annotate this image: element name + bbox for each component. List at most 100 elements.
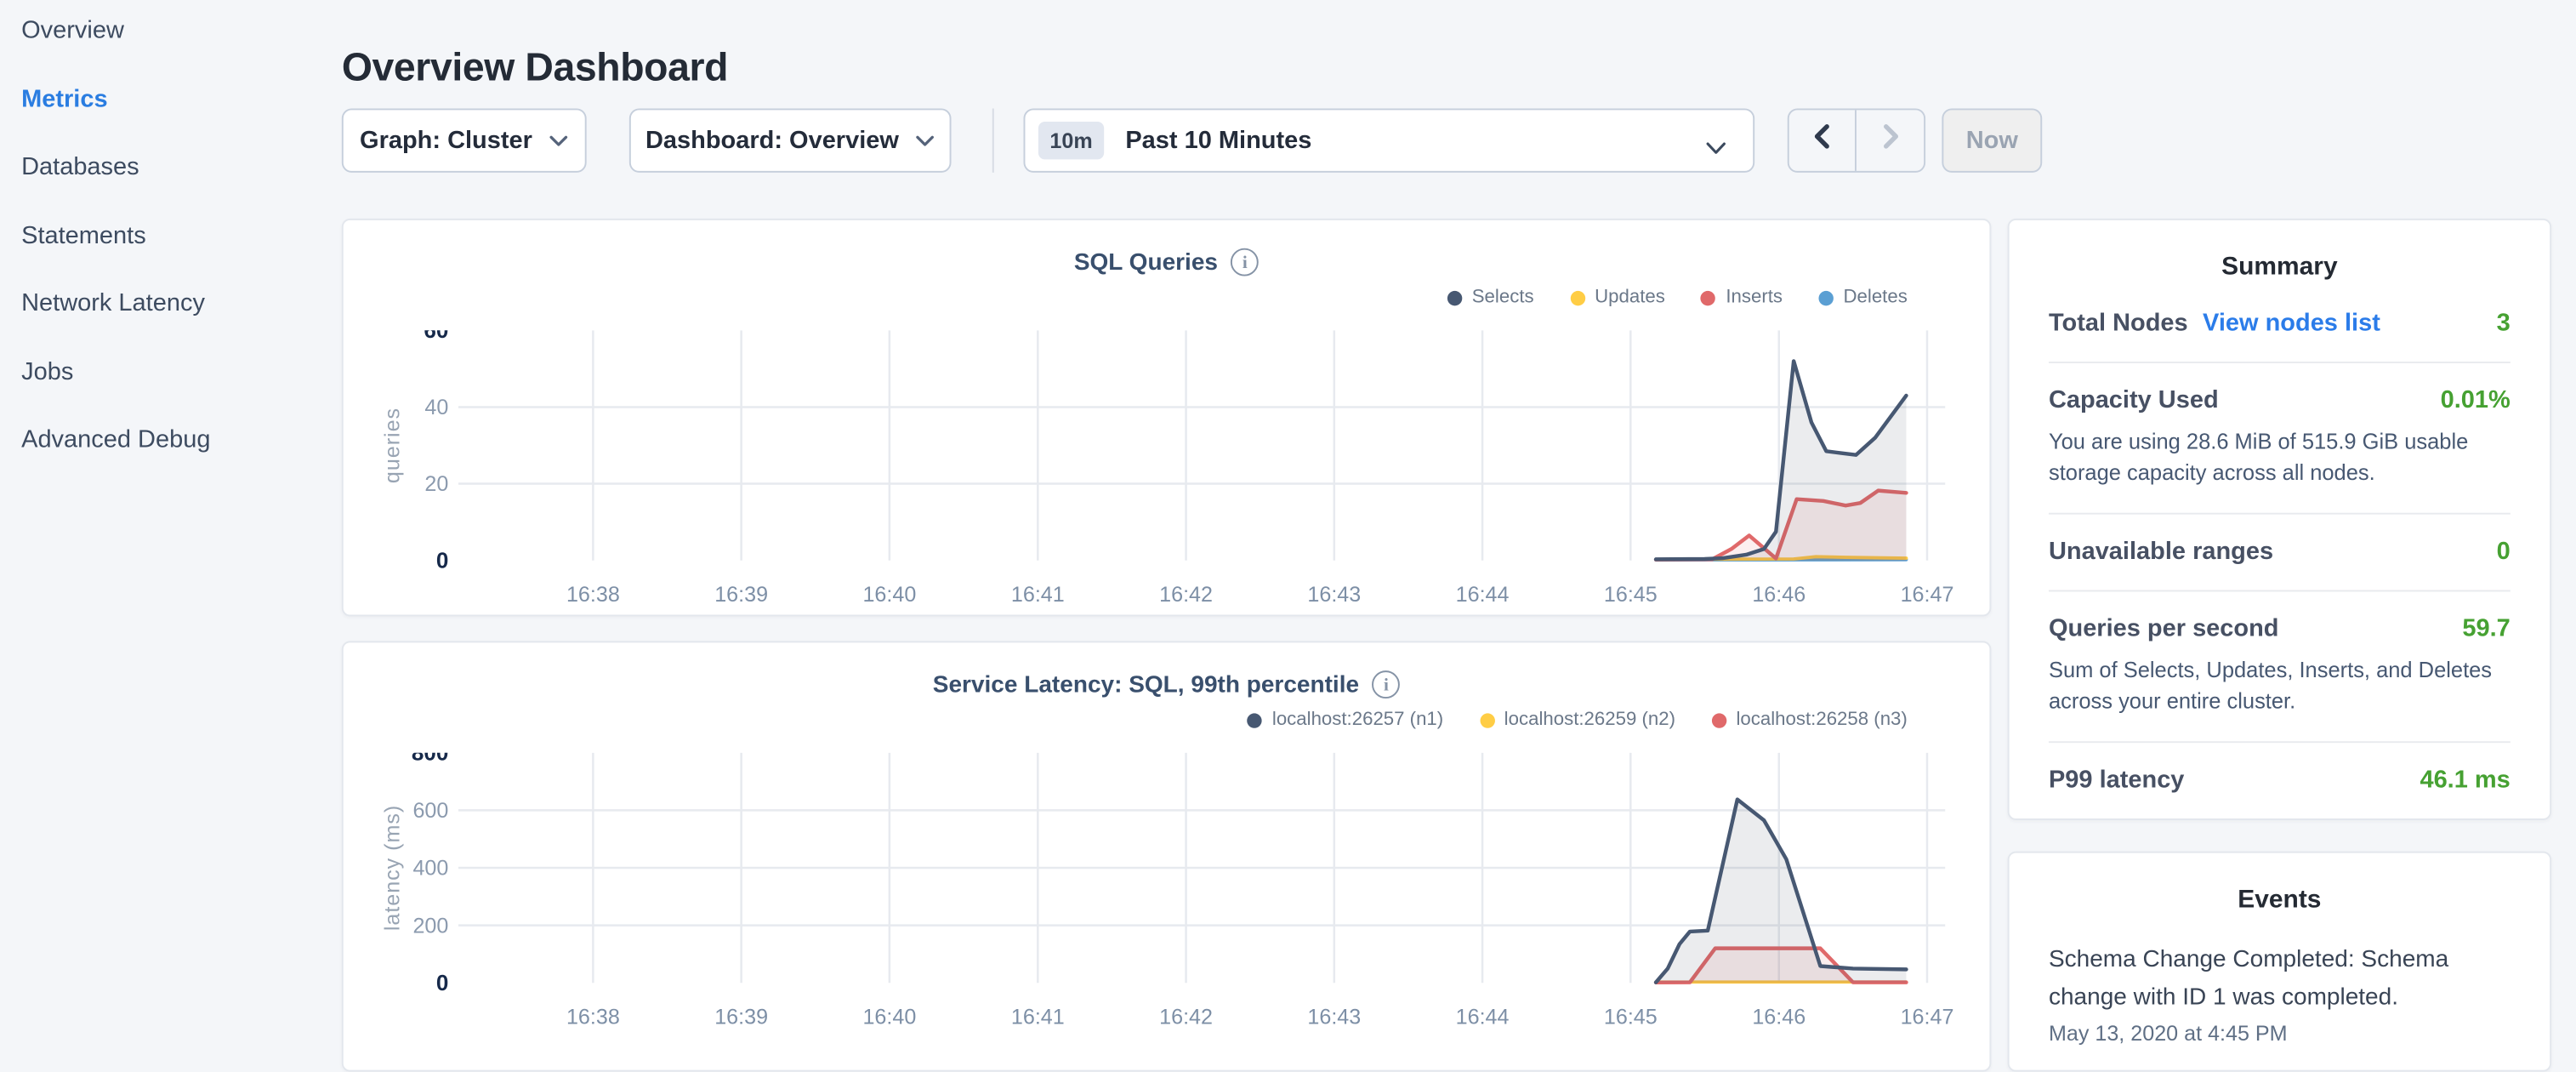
chevron-left-icon bbox=[1811, 123, 1834, 158]
summary-row-total-nodes: Total Nodes View nodes list 3 bbox=[2049, 286, 2511, 363]
x-tick-label: 16:40 bbox=[862, 1006, 916, 1029]
summary-row-value: 59.7 bbox=[2462, 614, 2510, 642]
info-icon[interactable]: i bbox=[1373, 670, 1401, 699]
toolbar-divider bbox=[992, 108, 994, 172]
legend-dot-icon bbox=[1819, 290, 1834, 305]
service-latency-plot[interactable]: 16:38 16:39 16:40 16:41 16:42 16:43 16:44 16:45… bbox=[344, 753, 1993, 1044]
summary-row-label: Queries per second bbox=[2049, 614, 2279, 642]
legend-dot-icon bbox=[1701, 290, 1715, 305]
y-tick-label: 60 bbox=[424, 330, 448, 343]
time-forward-button[interactable] bbox=[1857, 110, 1924, 170]
sidebar-item-network-latency[interactable]: Network Latency bbox=[0, 291, 342, 318]
x-tick-label: 16:42 bbox=[1159, 1006, 1213, 1029]
page-title: Overview Dashboard bbox=[342, 46, 728, 92]
legend-dot-icon bbox=[1480, 712, 1494, 727]
service-latency-chart-card: Service Latency: SQL, 99th percentile i … bbox=[342, 641, 1992, 1071]
event-list-item: Schema Change Completed: Schema change w… bbox=[2049, 942, 2511, 1046]
legend-dot-icon bbox=[1447, 290, 1462, 305]
sidebar-item-overview[interactable]: Overview bbox=[0, 18, 342, 45]
y-tick-label: 200 bbox=[412, 914, 448, 938]
x-tick-label: 16:46 bbox=[1752, 583, 1805, 607]
summary-row-value: 0 bbox=[2497, 538, 2511, 566]
y-tick-label: 20 bbox=[424, 472, 448, 496]
chart-legend: Selects Updates Inserts Deletes bbox=[1447, 288, 1908, 307]
y-tick-label: 0 bbox=[436, 970, 449, 995]
chart-legend: localhost:26257 (n1) localhost:26259 (n2)… bbox=[1248, 710, 1908, 730]
legend-label: Inserts bbox=[1726, 288, 1783, 307]
event-timestamp: May 13, 2020 at 4:45 PM bbox=[2049, 1021, 2511, 1046]
legend-label: Deletes bbox=[1843, 288, 1907, 307]
x-tick-label: 16:41 bbox=[1011, 583, 1065, 607]
legend-item: Selects bbox=[1447, 288, 1534, 307]
dashboard-dropdown[interactable]: Dashboard: Overview bbox=[629, 108, 952, 172]
x-tick-label: 16:43 bbox=[1307, 1006, 1361, 1029]
sidebar-item-advanced-debug[interactable]: Advanced Debug bbox=[0, 427, 342, 454]
chevron-right-icon bbox=[1879, 123, 1902, 158]
y-tick-label: 600 bbox=[412, 799, 448, 823]
toolbar: Graph: Cluster Dashboard: Overview 10m P… bbox=[342, 108, 2042, 172]
x-tick-label: 16:44 bbox=[1456, 1006, 1510, 1029]
sql-queries-plot[interactable]: 16:3816:3916:4016:4116:4216:4316:4416:45… bbox=[344, 330, 1993, 621]
summary-row-value: 3 bbox=[2497, 309, 2511, 337]
sql-queries-chart-card: SQL Queries i Selects Updates Inserts Delet… bbox=[342, 219, 1992, 616]
x-tick-label: 16:41 bbox=[1011, 1006, 1065, 1029]
time-range-label: Past 10 Minutes bbox=[1125, 127, 1311, 155]
chart-title-row: Service Latency: SQL, 99th percentile i bbox=[344, 670, 1990, 699]
time-back-button[interactable] bbox=[1789, 110, 1857, 170]
y-axis-title: queries bbox=[380, 408, 404, 483]
legend-item: localhost:26259 (n2) bbox=[1480, 710, 1675, 730]
sidebar: Overview Metrics Databases Statements Ne… bbox=[0, 0, 342, 1052]
view-nodes-list-link[interactable]: View nodes list bbox=[2203, 309, 2380, 337]
event-text: Schema Change Completed: Schema change w… bbox=[2049, 942, 2511, 1018]
summary-row-unavailable-ranges: Unavailable ranges 0 bbox=[2049, 515, 2511, 592]
legend-label: localhost:26258 (n3) bbox=[1736, 710, 1907, 730]
graph-dropdown-label: Graph: Cluster bbox=[360, 127, 532, 155]
summary-row-label: Total Nodes bbox=[2049, 309, 2188, 337]
y-tick-label: 800 bbox=[412, 753, 448, 766]
summary-row-label: P99 latency bbox=[2049, 766, 2184, 794]
x-tick-label: 16:47 bbox=[1901, 1006, 1954, 1029]
legend-item: localhost:26258 (n3) bbox=[1712, 710, 1908, 730]
legend-item: Updates bbox=[1570, 288, 1665, 307]
x-tick-label: 16:43 bbox=[1307, 583, 1361, 607]
y-tick-label: 400 bbox=[412, 857, 448, 881]
summary-title: Summary bbox=[2049, 253, 2511, 282]
y-axis-title: latency (ms) bbox=[380, 805, 404, 931]
legend-dot-icon bbox=[1712, 712, 1726, 727]
x-tick-label: 16:45 bbox=[1604, 1006, 1658, 1029]
events-panel: Events Schema Change Completed: Schema c… bbox=[2008, 852, 2551, 1072]
x-tick-label: 16:39 bbox=[714, 583, 768, 607]
chart-title-row: SQL Queries i bbox=[344, 248, 1990, 277]
legend-dot-icon bbox=[1248, 712, 1262, 727]
app-viewport: Overview Metrics Databases Statements Ne… bbox=[0, 0, 2576, 1052]
x-tick-label: 16:46 bbox=[1752, 1006, 1805, 1029]
x-tick-label: 16:38 bbox=[566, 1006, 620, 1029]
sidebar-item-databases[interactable]: Databases bbox=[0, 155, 342, 182]
now-button[interactable]: Now bbox=[1942, 108, 2042, 172]
chevron-down-icon bbox=[1705, 134, 1726, 164]
x-tick-label: 16:39 bbox=[714, 1006, 768, 1029]
legend-item: Inserts bbox=[1701, 288, 1783, 307]
chart-title: SQL Queries bbox=[1074, 249, 1218, 276]
x-tick-label: 16:42 bbox=[1159, 583, 1213, 607]
legend-label: Selects bbox=[1472, 288, 1534, 307]
summary-row-value: 0.01% bbox=[2441, 386, 2511, 414]
time-range-dropdown[interactable]: 10m Past 10 Minutes bbox=[1024, 108, 1755, 172]
time-range-badge: 10m bbox=[1038, 122, 1104, 159]
sidebar-item-statements[interactable]: Statements bbox=[0, 223, 342, 250]
summary-row-subtext: Sum of Selects, Updates, Inserts, and De… bbox=[2049, 656, 2511, 716]
sidebar-item-metrics[interactable]: Metrics bbox=[0, 86, 342, 113]
summary-row-value: 46.1 ms bbox=[2420, 766, 2510, 794]
sidebar-item-jobs[interactable]: Jobs bbox=[0, 359, 342, 386]
x-tick-label: 16:45 bbox=[1604, 583, 1658, 607]
y-tick-label: 0 bbox=[436, 547, 449, 573]
x-tick-label: 16:40 bbox=[862, 583, 916, 607]
info-icon[interactable]: i bbox=[1231, 248, 1259, 277]
legend-label: localhost:26257 (n1) bbox=[1272, 710, 1443, 730]
chart-title: Service Latency: SQL, 99th percentile bbox=[933, 671, 1359, 698]
graph-dropdown[interactable]: Graph: Cluster bbox=[342, 108, 587, 172]
time-step-buttons bbox=[1788, 108, 1925, 172]
chevron-down-icon bbox=[915, 127, 935, 155]
summary-row-label: Capacity Used bbox=[2049, 386, 2219, 414]
events-title: Events bbox=[2049, 886, 2511, 915]
